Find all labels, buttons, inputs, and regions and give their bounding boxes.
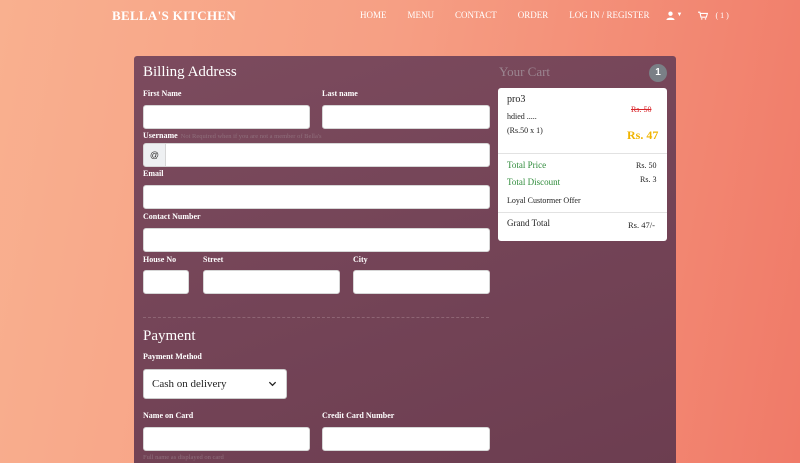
street-label: Street: [203, 255, 224, 264]
checkout-panel: Billing Address First Name Last name Use…: [134, 56, 676, 463]
card-number-label: Credit Card Number: [322, 411, 395, 420]
nav-login-register[interactable]: LOG IN / REGISTER: [569, 10, 649, 20]
first-name-input[interactable]: [143, 105, 310, 129]
nav-order[interactable]: ORDER: [518, 10, 549, 20]
shopping-cart-icon: [697, 11, 708, 20]
last-name-label: Last name: [322, 89, 358, 98]
contact-number-input[interactable]: [143, 228, 490, 252]
last-name-input[interactable]: [322, 105, 490, 129]
username-at-prefix: @: [143, 143, 166, 167]
nav-contact[interactable]: CONTACT: [455, 10, 497, 20]
user-icon: [665, 11, 675, 20]
section-divider: [143, 317, 489, 318]
city-input[interactable]: [353, 270, 490, 294]
house-no-label: House No: [143, 255, 177, 264]
first-name-label: First Name: [143, 89, 182, 98]
payment-method-select[interactable]: Cash on delivery: [143, 369, 287, 399]
cart-item-old-price: Rs. 50: [631, 105, 652, 114]
cart-divider: [498, 153, 667, 154]
username-input[interactable]: [165, 143, 490, 167]
cart-divider-total: [498, 212, 667, 213]
total-discount-label: Total Discount: [507, 177, 561, 187]
brand-logo[interactable]: BELLA'S KITCHEN: [112, 8, 236, 24]
username-label: Username Not Required when if you are not…: [143, 131, 322, 140]
username-label-text: Username: [143, 131, 178, 140]
payment-method-label: Payment Method: [143, 352, 202, 361]
cart-title: Your Cart: [499, 64, 551, 79]
billing-address-title: Billing Address: [143, 64, 237, 80]
house-no-input[interactable]: [143, 270, 189, 294]
payment-method-value: Cash on delivery: [152, 378, 227, 390]
name-on-card-label: Name on Card: [143, 411, 194, 420]
navbar: BELLA'S KITCHEN HOME MENU CONTACT ORDER …: [0, 0, 800, 32]
cart-item-quantity: (Rs.50 x 1): [507, 126, 543, 135]
name-on-card-input[interactable]: [143, 427, 310, 451]
caret-down-icon: ▼: [676, 12, 683, 18]
cart-item-badge: 1: [649, 64, 667, 82]
payment-title: Payment: [143, 328, 196, 344]
nav-home[interactable]: HOME: [360, 10, 387, 20]
cart-summary: pro3 hdied ..... (Rs.50 x 1) Rs. 50 Rs. …: [498, 88, 667, 241]
total-discount-value: Rs. 3: [640, 175, 657, 184]
cart-item-name: pro3: [507, 94, 526, 105]
contact-number-label: Contact Number: [143, 212, 201, 221]
nav-links: HOME MENU CONTACT ORDER LOG IN / REGISTE…: [360, 10, 729, 20]
email-input[interactable]: [143, 185, 490, 209]
grand-total-value: Rs. 47/-: [628, 220, 655, 230]
card-number-input[interactable]: [322, 427, 490, 451]
nav-menu[interactable]: MENU: [408, 10, 435, 20]
user-dropdown[interactable]: ▼: [665, 10, 683, 20]
offer-label: Loyal Custormer Offer: [507, 196, 581, 205]
email-label: Email: [143, 169, 164, 178]
grand-total-label: Grand Total: [507, 218, 550, 228]
username-hint: Not Required when if you are not a membe…: [180, 133, 322, 140]
nav-cart[interactable]: ( 1 ): [697, 10, 729, 20]
chevron-down-icon: [268, 381, 277, 387]
cart-count: ( 1 ): [715, 10, 729, 20]
total-price-value: Rs. 50: [636, 161, 657, 170]
street-input[interactable]: [203, 270, 340, 294]
cart-item-description: hdied .....: [507, 112, 537, 121]
city-label: City: [353, 255, 368, 264]
name-on-card-hint: Full name as displayed on card: [143, 454, 224, 461]
cart-item-new-price: Rs. 47: [627, 128, 659, 142]
total-price-label: Total Price: [507, 160, 547, 170]
